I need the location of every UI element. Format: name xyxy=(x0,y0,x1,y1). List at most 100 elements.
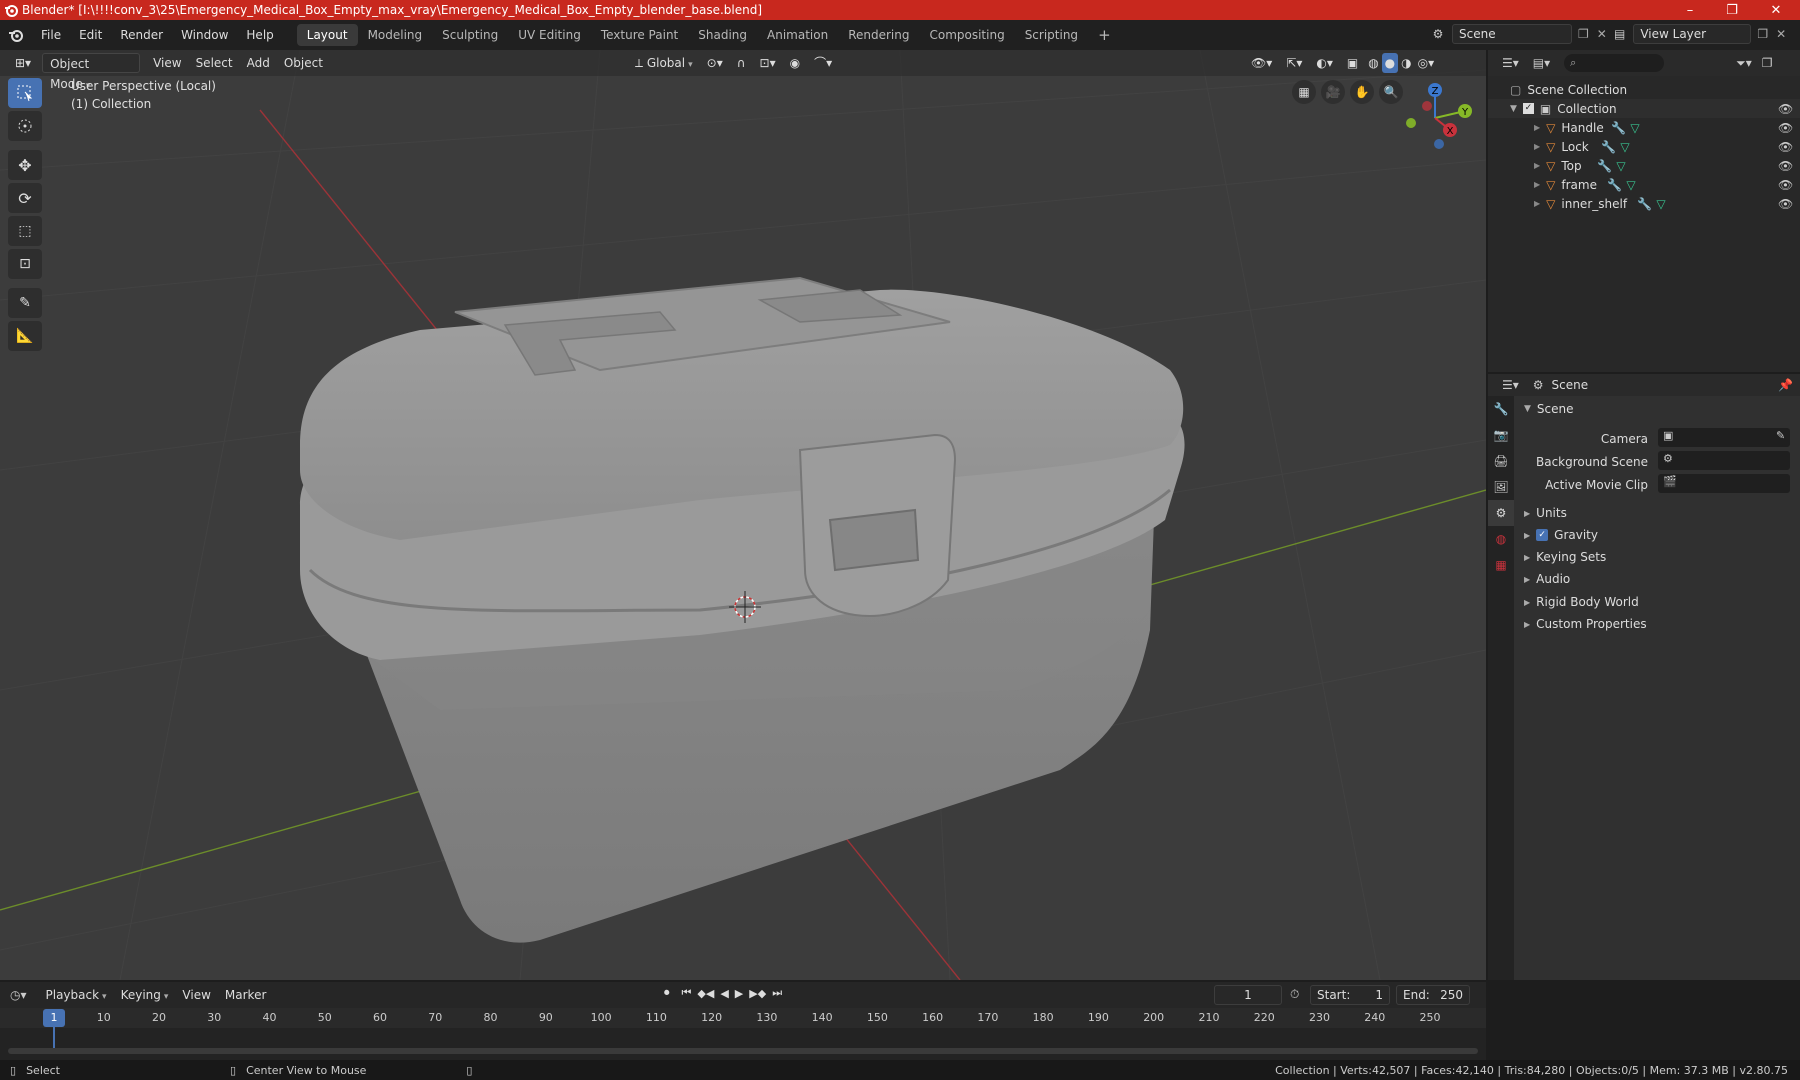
scene-tab-icon[interactable]: ⚙ xyxy=(1488,500,1514,526)
next-keyframe-icon[interactable]: ▶◆ xyxy=(749,987,766,1000)
playback-menu[interactable]: Playback ▾ xyxy=(39,985,114,1005)
outliner-collection[interactable]: ▼ ✓ ▣ Collection 👁 xyxy=(1488,99,1800,118)
expand-arrow-icon[interactable]: ▶ xyxy=(1534,123,1540,132)
view-layer-field[interactable]: View Layer xyxy=(1633,24,1752,44)
delete-scene-icon[interactable]: ✕ xyxy=(1597,27,1607,41)
workspace-tab-scripting[interactable]: Scripting xyxy=(1015,24,1088,46)
visibility-eye-icon[interactable]: 👁 xyxy=(1778,140,1793,154)
workspace-tab-compositing[interactable]: Compositing xyxy=(919,24,1014,46)
annotate-tool[interactable]: ✎ xyxy=(8,288,42,318)
timeline-editor-icon[interactable]: ◷▾ xyxy=(10,988,27,1002)
cursor-tool[interactable] xyxy=(8,111,42,141)
outliner-object-handle[interactable]: ▶ ▽ Handle 🔧 ▽ 👁 xyxy=(1488,118,1800,137)
workspace-tab-modeling[interactable]: Modeling xyxy=(358,24,433,46)
outliner-object-inner-shelf[interactable]: ▶ ▽ inner_shelf 🔧 ▽ 👁 xyxy=(1488,194,1800,213)
gravity-section[interactable]: ▶ ✓ Gravity xyxy=(1516,524,1800,546)
proportional-editing-icon[interactable]: ◉ xyxy=(783,53,807,73)
outliner-search[interactable]: ⌕ xyxy=(1564,54,1665,72)
output-tab-icon[interactable]: 🖨 xyxy=(1488,448,1514,474)
new-collection-icon[interactable]: ❐ xyxy=(1762,56,1773,70)
visibility-eye-icon[interactable]: 👁 xyxy=(1778,102,1793,116)
xray-icon[interactable]: ▣ xyxy=(1340,53,1365,73)
camera-view-icon[interactable]: 🎥 xyxy=(1321,80,1345,104)
snap-icon[interactable]: ∩ xyxy=(730,53,753,73)
jump-end-icon[interactable]: ⏭ xyxy=(772,986,782,1000)
render-tab-icon[interactable]: 📷 xyxy=(1488,422,1514,448)
wireframe-shading-icon[interactable]: ◍ xyxy=(1365,53,1381,73)
orientation-gizmo[interactable]: Z Y X xyxy=(1395,78,1475,158)
gizmo-toggle-icon[interactable]: ⇱▾ xyxy=(1279,53,1309,73)
jump-start-icon[interactable]: ⏮ xyxy=(682,986,692,1000)
view-layer-tab-icon[interactable]: 🖼 xyxy=(1488,474,1514,500)
delete-view-layer-icon[interactable]: ✕ xyxy=(1776,27,1786,41)
outliner-object-lock[interactable]: ▶ ▽ Lock 🔧 ▽ 👁 xyxy=(1488,137,1800,156)
properties-editor-icon[interactable]: ☰▾ xyxy=(1502,378,1519,392)
audio-section[interactable]: ▶ Audio xyxy=(1516,568,1800,590)
overlay-toggle-icon[interactable]: ◐▾ xyxy=(1309,53,1340,73)
transform-tool[interactable]: ⊡ xyxy=(8,249,42,279)
object-mode-dropdown[interactable]: Object Mode ▾ xyxy=(42,53,141,91)
menu-render[interactable]: Render xyxy=(111,20,172,50)
3d-viewport[interactable] xyxy=(0,50,1486,980)
blender-menu-icon[interactable] xyxy=(8,27,24,43)
editor-type-icon[interactable]: ⊞▾ xyxy=(8,53,38,73)
units-section[interactable]: ▶ Units xyxy=(1516,502,1800,524)
toggle-grid-icon[interactable]: ▦ xyxy=(1292,80,1316,104)
view-layer-icon[interactable]: ▤ xyxy=(1614,27,1625,41)
rendered-shading-icon[interactable]: ◎▾ xyxy=(1415,53,1438,73)
background-scene-field[interactable]: ⚙ xyxy=(1658,451,1790,470)
outliner-object-top[interactable]: ▶ ▽ Top 🔧 ▽ 👁 xyxy=(1488,156,1800,175)
transform-orientation-dropdown[interactable]: ⟂ Global ▾ xyxy=(628,53,700,73)
workspace-tab-sculpting[interactable]: Sculpting xyxy=(432,24,508,46)
workspace-tab-texture-paint[interactable]: Texture Paint xyxy=(591,24,688,46)
texture-tab-icon[interactable]: ▦ xyxy=(1488,552,1514,578)
clock-icon[interactable]: ⏱ xyxy=(1290,987,1299,1002)
falloff-icon[interactable]: ⌒▾ xyxy=(807,53,839,73)
select-box-tool[interactable] xyxy=(8,78,42,108)
menu-edit[interactable]: Edit xyxy=(70,20,111,50)
rigid-body-world-section[interactable]: ▶ Rigid Body World xyxy=(1516,591,1800,613)
outliner-scene-collection[interactable]: ▢ Scene Collection xyxy=(1488,80,1800,99)
play-reverse-icon[interactable]: ◀ xyxy=(720,987,728,1000)
marker-menu[interactable]: Marker xyxy=(218,985,273,1005)
timeline-view-menu[interactable]: View xyxy=(175,985,217,1005)
prev-keyframe-icon[interactable]: ◆◀ xyxy=(697,987,714,1000)
timeline-scrollbar[interactable] xyxy=(8,1048,1478,1054)
minimize-button[interactable]: – xyxy=(1670,0,1710,20)
expand-arrow-icon[interactable]: ▶ xyxy=(1534,180,1540,189)
viewport-menu-object[interactable]: Object xyxy=(277,53,330,73)
keying-menu[interactable]: Keying ▾ xyxy=(114,985,176,1005)
collapse-arrow-icon[interactable]: ▼ xyxy=(1510,104,1517,114)
workspace-tab-rendering[interactable]: Rendering xyxy=(838,24,919,46)
gravity-checkbox[interactable]: ✓ xyxy=(1536,529,1549,541)
workspace-tab-uv-editing[interactable]: UV Editing xyxy=(508,24,591,46)
menu-file[interactable]: File xyxy=(32,20,70,50)
expand-arrow-icon[interactable]: ▶ xyxy=(1534,199,1540,208)
filter-icon[interactable]: ⏷▾ xyxy=(1736,56,1752,71)
workspace-tab-shading[interactable]: Shading xyxy=(688,24,757,46)
outliner-object-frame[interactable]: ▶ ▽ frame 🔧 ▽ 👁 xyxy=(1488,175,1800,194)
add-workspace-button[interactable]: + xyxy=(1088,24,1121,46)
world-tab-icon[interactable]: ◍ xyxy=(1488,526,1514,552)
scene-panel-header[interactable]: ▼ Scene xyxy=(1516,398,1800,420)
viewport-menu-view[interactable]: View xyxy=(146,53,188,73)
maximize-button[interactable]: ❐ xyxy=(1712,0,1752,20)
viewport-menu-add[interactable]: Add xyxy=(240,53,277,73)
expand-arrow-icon[interactable]: ▶ xyxy=(1534,142,1540,151)
custom-properties-section[interactable]: ▶ Custom Properties xyxy=(1516,613,1800,635)
new-view-layer-icon[interactable]: ❐ xyxy=(1757,27,1768,41)
measure-tool[interactable]: 📐 xyxy=(8,321,42,351)
solid-shading-icon[interactable]: ● xyxy=(1381,53,1399,73)
record-button-icon[interactable]: ⏺ xyxy=(664,986,670,1000)
rotate-tool[interactable]: ⟳ xyxy=(8,183,42,213)
visibility-eye-icon[interactable]: 👁 xyxy=(1778,197,1793,211)
start-frame-field[interactable]: Start: 1 xyxy=(1310,985,1390,1005)
visibility-eye-icon[interactable]: 👁 xyxy=(1778,121,1793,135)
menu-window[interactable]: Window xyxy=(172,20,237,50)
pivot-point-icon[interactable]: ⊙▾ xyxy=(700,53,730,73)
eyedropper-icon[interactable]: ✎ xyxy=(1776,429,1785,442)
viewport-menu-select[interactable]: Select xyxy=(189,53,240,73)
new-scene-icon[interactable]: ❐ xyxy=(1578,27,1589,41)
pin-icon[interactable]: 📌 xyxy=(1778,378,1793,392)
collection-checkbox[interactable]: ✓ xyxy=(1522,103,1534,114)
